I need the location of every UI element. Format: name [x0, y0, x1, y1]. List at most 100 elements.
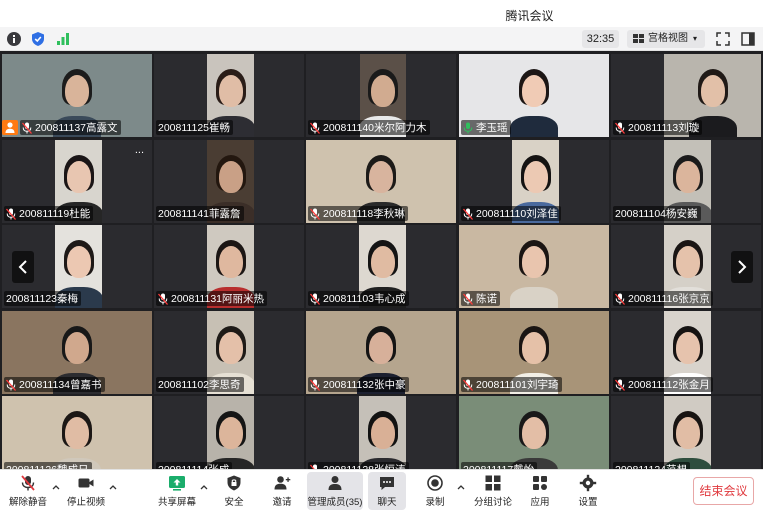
participant-tile[interactable]: 200811114张成 — [154, 396, 304, 479]
participant-name: 200811104杨安巍 — [615, 208, 698, 220]
manage-members-button[interactable]: 管理成员(35) — [307, 472, 363, 510]
participant-nameplate: 200811103韦心成 — [308, 291, 409, 306]
security-label: 安全 — [224, 497, 244, 508]
record-icon — [427, 475, 443, 491]
participant-tile[interactable]: 200811125崔畅 — [154, 54, 304, 137]
security-button[interactable]: 安全 — [215, 472, 253, 510]
participant-tile[interactable]: 200811124范想 — [611, 396, 761, 479]
participant-tile[interactable]: 200811118李秋琳 — [306, 140, 456, 223]
view-mode-label: 宫格视图 — [648, 33, 688, 44]
participant-tile[interactable]: 200811126魏成日 — [2, 396, 152, 479]
settings-button[interactable]: 设置 — [569, 472, 607, 510]
participant-name: 200811112张金月 — [628, 379, 710, 391]
participant-nameplate: 200811131阿丽米热 — [156, 291, 267, 306]
end-meeting-button[interactable]: 结束会议 — [693, 477, 754, 505]
participant-nameplate: 200811123秦梅 — [4, 291, 81, 306]
participant-tile[interactable]: 200811104杨安巍 — [611, 140, 761, 223]
participant-nameplate: 200811101刘宇琦 — [461, 377, 562, 392]
invite-button[interactable]: 邀请 — [263, 472, 301, 510]
chevron-left-icon — [18, 260, 27, 274]
participant-name: 陈诺 — [476, 293, 497, 305]
host-badge-icon — [2, 120, 18, 135]
participant-name: 李玉瑶 — [476, 122, 508, 134]
unmute-button[interactable]: 解除静音 — [6, 472, 50, 510]
participant-nameplate: 200811116张京京 — [613, 291, 713, 306]
participant-nameplate: 李玉瑶 — [461, 120, 511, 135]
participant-tile[interactable]: 200811102李思奇 — [154, 311, 304, 394]
mic-muted-icon — [310, 208, 320, 220]
stop-video-button[interactable]: 停止视频 — [64, 472, 108, 510]
participant-nameplate: 200811137高露文 — [20, 120, 121, 135]
participant-nameplate: 200811104杨安巍 — [613, 206, 701, 221]
participant-name: 200811137高露文 — [35, 122, 118, 134]
participant-name: 200811102李思奇 — [158, 379, 241, 391]
share-screen-icon — [169, 476, 185, 491]
participant-tile[interactable]: 200811113刘璇 — [611, 54, 761, 137]
next-page-button[interactable] — [731, 251, 753, 283]
previous-page-button[interactable] — [12, 251, 34, 283]
chat-label: 聊天 — [377, 497, 397, 508]
participant-name: 200811131阿丽米热 — [171, 293, 264, 305]
participant-tile[interactable]: 200811110刘泽佳 — [459, 140, 609, 223]
meeting-window: 腾讯会议 32:35 宫格视图 ▾ 200811137高露文 200811125崔… — [0, 0, 763, 511]
participant-tile[interactable]: 200811128张恒涛 — [306, 396, 456, 479]
mic-muted-icon — [22, 122, 32, 134]
info-bar: 32:35 宫格视图 ▾ — [0, 27, 763, 51]
record-label: 录制 — [425, 497, 445, 508]
view-mode-dropdown[interactable]: 宫格视图 ▾ — [627, 30, 705, 48]
apps-label: 应用 — [530, 497, 550, 508]
participant-tile[interactable]: 200811101刘宇琦 — [459, 311, 609, 394]
layout-icon[interactable] — [740, 31, 756, 47]
video-options-chevron-icon[interactable] — [108, 482, 118, 492]
fullscreen-icon[interactable] — [715, 31, 731, 47]
participant-nameplate: 200811102李思奇 — [156, 377, 244, 392]
share-options-chevron-icon[interactable] — [199, 482, 209, 492]
participant-tile[interactable]: 200811132张中豪 — [306, 311, 456, 394]
participant-nameplate: 200811141菲露詹 — [156, 206, 244, 221]
participant-name: 200811141菲露詹 — [158, 208, 241, 220]
participant-tile[interactable]: 200811134曾嘉书 — [2, 311, 152, 394]
participant-tile[interactable]: 200811112张金月 — [611, 311, 761, 394]
participant-tile[interactable]: 200811140米尔阿力木 — [306, 54, 456, 137]
participant-name: 200811125崔畅 — [158, 122, 230, 134]
share-screen-button[interactable]: 共享屏幕 — [155, 472, 199, 510]
video-camera-icon — [78, 478, 94, 488]
more-options-icon[interactable]: ... — [135, 144, 144, 156]
participant-name: 200811134曾嘉书 — [19, 379, 102, 391]
participant-tile[interactable]: 200811137高露文 — [2, 54, 152, 137]
participant-tile[interactable]: 200811131阿丽米热 — [154, 225, 304, 308]
chat-button[interactable]: 聊天 — [368, 472, 406, 510]
mic-muted-icon — [463, 293, 473, 305]
record-options-chevron-icon[interactable] — [456, 482, 466, 492]
members-icon — [328, 476, 342, 490]
meeting-toolbar: 解除静音 停止视频 共享屏幕 安全 邀请 管理成员(35) 聊天 录制 分组讨论… — [0, 469, 763, 511]
participant-tile[interactable]: 200811103韦心成 — [306, 225, 456, 308]
participant-name: 200811119杜能 — [19, 208, 91, 220]
participant-tile[interactable]: 200811141菲露詹 — [154, 140, 304, 223]
mic-muted-icon — [615, 379, 625, 391]
participant-nameplate: 200811110刘泽佳 — [461, 206, 561, 221]
settings-label: 设置 — [578, 497, 598, 508]
record-button[interactable]: 录制 — [416, 472, 454, 510]
mic-options-chevron-icon[interactable] — [51, 482, 61, 492]
participant-tile[interactable]: 200811119杜能... — [2, 140, 152, 223]
title-bar: 腾讯会议 — [0, 0, 763, 27]
participant-name: 200811101刘宇琦 — [476, 379, 559, 391]
shield-icon[interactable] — [30, 31, 46, 47]
signal-icon[interactable] — [55, 31, 71, 47]
participant-tile[interactable]: 陈诺 — [459, 225, 609, 308]
mic-muted-icon — [310, 122, 320, 134]
participant-tile[interactable]: 李玉瑶 — [459, 54, 609, 137]
unmute-label: 解除静音 — [8, 497, 47, 508]
participant-tile[interactable]: 200811117戴怡 — [459, 396, 609, 479]
participant-name: 200811118李秋琳 — [323, 208, 405, 220]
apps-button[interactable]: 应用 — [521, 472, 559, 510]
chevron-down-icon: ▾ — [693, 34, 698, 43]
video-grid: 200811137高露文 200811125崔畅 200811140米尔阿力木 李玉瑶… — [0, 51, 763, 479]
breakout-rooms-button[interactable]: 分组讨论 — [471, 472, 515, 510]
info-icon[interactable] — [6, 31, 22, 47]
manage-members-label: 管理成员(35) — [307, 497, 363, 508]
participant-nameplate: 200811118李秋琳 — [308, 206, 408, 221]
breakout-rooms-label: 分组讨论 — [473, 497, 512, 508]
mic-muted-icon — [310, 379, 320, 391]
